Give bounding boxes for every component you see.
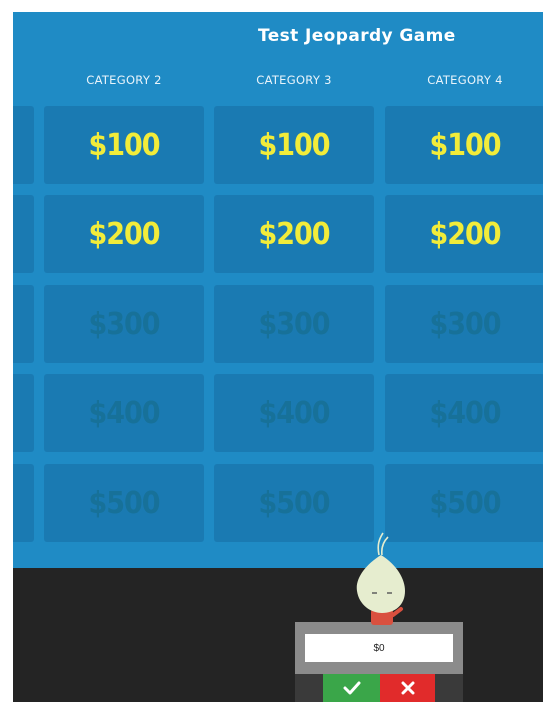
category-header-2: CATEGORY 2 (86, 73, 162, 87)
tile-cat3-100[interactable]: $100 (214, 106, 374, 184)
tile-partial (13, 374, 34, 452)
tile-partial (13, 464, 34, 542)
close-icon (401, 681, 414, 695)
tile-cat2-400: $400 (44, 374, 204, 452)
tile-partial[interactable] (13, 195, 34, 273)
category-header-4: CATEGORY 4 (427, 73, 503, 87)
tile-cat2-300: $300 (44, 285, 204, 363)
check-icon (343, 681, 360, 695)
tile-cat2-200[interactable]: $200 (44, 195, 204, 273)
correct-answer-button[interactable] (323, 674, 380, 702)
podium-side-left (295, 674, 323, 702)
player-stage (13, 568, 543, 702)
tile-cat4-300: $300 (385, 285, 543, 363)
tile-cat2-100[interactable]: $100 (44, 106, 204, 184)
player-score: $0 (305, 634, 453, 662)
tile-partial[interactable] (13, 106, 34, 184)
tile-partial (13, 285, 34, 363)
podium-side-right (435, 674, 463, 702)
tile-cat3-200[interactable]: $200 (214, 195, 374, 273)
wrong-answer-button[interactable] (380, 674, 435, 702)
tile-cat2-500: $500 (44, 464, 204, 542)
category-header-3: CATEGORY 3 (256, 73, 332, 87)
tile-cat4-400: $400 (385, 374, 543, 452)
tile-cat4-200[interactable]: $200 (385, 195, 543, 273)
tile-cat3-300: $300 (214, 285, 374, 363)
onion-avatar-icon (356, 532, 405, 625)
tile-cat4-100[interactable]: $100 (385, 106, 543, 184)
tile-cat3-400: $400 (214, 374, 374, 452)
game-title: Test Jeopardy Game (258, 26, 456, 46)
